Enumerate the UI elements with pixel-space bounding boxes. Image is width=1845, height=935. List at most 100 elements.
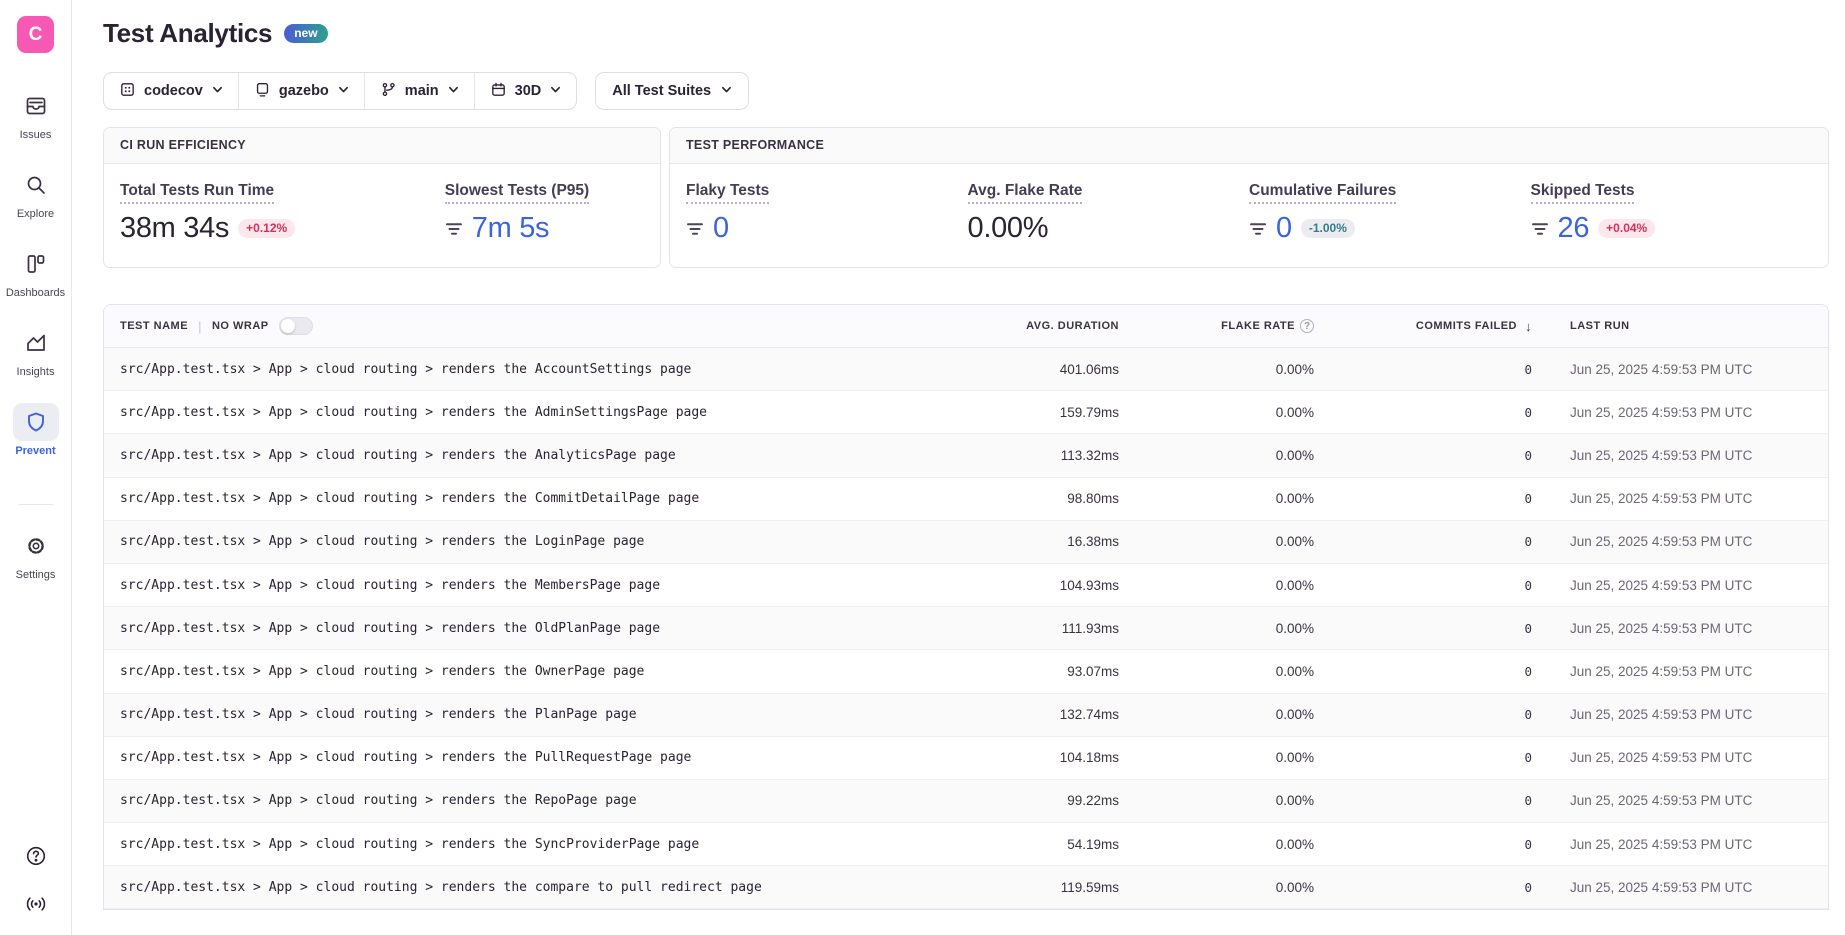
branch-icon [380, 81, 397, 102]
gear-icon [13, 527, 59, 565]
metric-value-row: 26+0.04% [1531, 212, 1813, 245]
commits-failed-cell: 0 [1314, 880, 1532, 895]
column-flake-rate: FLAKE RATE ? [1119, 319, 1314, 333]
last-run-cell: Jun 25, 2025 4:59:53 PM UTC [1532, 578, 1828, 593]
test-name-cell: src/App.test.tsx > App > cloud routing >… [104, 491, 919, 506]
table-row[interactable]: src/App.test.tsx > App > cloud routing >… [104, 694, 1828, 737]
metric: Cumulative Failures0-1.00% [1249, 182, 1531, 245]
sidebar-item-label: Explore [17, 208, 54, 220]
filter-funnel-icon [1531, 222, 1549, 236]
issues-icon [13, 87, 59, 125]
shield-icon [13, 403, 59, 441]
metric-value: 0.00% [968, 212, 1049, 245]
calendar-icon [490, 81, 507, 102]
last-run-cell: Jun 25, 2025 4:59:53 PM UTC [1532, 362, 1828, 377]
broadcast-icon[interactable] [23, 891, 49, 917]
test-name-cell: src/App.test.tsx > App > cloud routing >… [104, 578, 919, 593]
table-row[interactable]: src/App.test.tsx > App > cloud routing >… [104, 823, 1828, 866]
metric-label[interactable]: Skipped Tests [1531, 182, 1635, 204]
test-name-header[interactable]: TEST NAME [120, 320, 188, 332]
branch-filter[interactable]: main [364, 73, 474, 109]
table-row[interactable]: src/App.test.tsx > App > cloud routing >… [104, 866, 1828, 909]
toggle-knob [281, 319, 295, 333]
table-row[interactable]: src/App.test.tsx > App > cloud routing >… [104, 391, 1828, 434]
sidebar-item-explore[interactable]: Explore [0, 166, 71, 220]
last-run-cell: Jun 25, 2025 4:59:53 PM UTC [1532, 707, 1828, 722]
sidebar-item-issues[interactable]: Issues [0, 87, 71, 141]
table-row[interactable]: src/App.test.tsx > App > cloud routing >… [104, 348, 1828, 391]
last-run-cell: Jun 25, 2025 4:59:53 PM UTC [1532, 837, 1828, 852]
metric-value[interactable]: 0 [1276, 212, 1292, 245]
table-row[interactable]: src/App.test.tsx > App > cloud routing >… [104, 737, 1828, 780]
test-suites-filter[interactable]: All Test Suites [595, 72, 749, 110]
test-name-cell: src/App.test.tsx > App > cloud routing >… [104, 793, 919, 808]
metric-value[interactable]: 7m 5s [472, 212, 549, 245]
no-wrap-toggle[interactable] [279, 317, 313, 335]
table-row[interactable]: src/App.test.tsx > App > cloud routing >… [104, 521, 1828, 564]
help-button[interactable] [23, 843, 49, 869]
page-header: Test Analytics new [103, 18, 1829, 49]
table-row[interactable]: src/App.test.tsx > App > cloud routing >… [104, 478, 1828, 521]
commits-failed-cell: 0 [1314, 793, 1532, 808]
test-name-cell: src/App.test.tsx > App > cloud routing >… [104, 405, 919, 420]
test-name-cell: src/App.test.tsx > App > cloud routing >… [104, 880, 919, 895]
date-range-filter[interactable]: 30D [474, 73, 577, 109]
last-run-cell: Jun 25, 2025 4:59:53 PM UTC [1532, 448, 1828, 463]
commits-failed-cell: 0 [1314, 621, 1532, 636]
last-run-cell: Jun 25, 2025 4:59:53 PM UTC [1532, 750, 1828, 765]
sidebar-item-settings[interactable]: Settings [0, 527, 71, 581]
flake-rate-cell: 0.00% [1119, 707, 1314, 722]
avg-duration-header[interactable]: AVG. DURATION [1026, 320, 1119, 332]
flake-rate-header[interactable]: FLAKE RATE [1221, 320, 1295, 332]
repo-filter[interactable]: gazebo [238, 73, 364, 109]
flake-rate-cell: 0.00% [1119, 578, 1314, 593]
metric: Slowest Tests (P95) 7m 5s [445, 182, 644, 245]
metric-label[interactable]: Slowest Tests (P95) [445, 182, 589, 204]
chevron-down-icon [721, 83, 732, 99]
test-name-cell: src/App.test.tsx > App > cloud routing >… [104, 621, 919, 636]
repo-filter-value: gazebo [279, 83, 329, 99]
header-separator: | [198, 319, 202, 334]
filter-funnel-icon [686, 222, 704, 236]
flake-rate-cell: 0.00% [1119, 448, 1314, 463]
sidebar-item-label: Dashboards [6, 287, 65, 299]
metric-label[interactable]: Cumulative Failures [1249, 182, 1396, 204]
table-row[interactable]: src/App.test.tsx > App > cloud routing >… [104, 607, 1828, 650]
card-body: Flaky Tests 0 Avg. Flake Rate 0.00% Cumulati… [670, 164, 1828, 267]
test-name-cell: src/App.test.tsx > App > cloud routing >… [104, 837, 919, 852]
table-row[interactable]: src/App.test.tsx > App > cloud routing >… [104, 434, 1828, 477]
column-commits-failed: COMMITS FAILED↓ [1314, 319, 1532, 334]
table-row[interactable]: src/App.test.tsx > App > cloud routing >… [104, 780, 1828, 823]
commits-failed-cell: 0 [1314, 491, 1532, 506]
metric-label[interactable]: Avg. Flake Rate [968, 182, 1083, 204]
metric-label[interactable]: Total Tests Run Time [120, 182, 274, 204]
flake-rate-cell: 0.00% [1119, 405, 1314, 420]
metric: Avg. Flake Rate 0.00% [968, 182, 1250, 245]
table-row[interactable]: src/App.test.tsx > App > cloud routing >… [104, 564, 1828, 607]
sidebar-item-prevent[interactable]: Prevent [0, 403, 71, 457]
org-logo[interactable]: C [17, 16, 54, 53]
table-row[interactable]: src/App.test.tsx > App > cloud routing >… [104, 650, 1828, 693]
flake-rate-cell: 0.00% [1119, 491, 1314, 506]
last-run-header[interactable]: LAST RUN [1570, 320, 1630, 332]
flake-rate-cell: 0.00% [1119, 621, 1314, 636]
sidebar-item-dashboards[interactable]: Dashboards [0, 245, 71, 299]
chevron-down-icon [212, 83, 223, 99]
org-filter[interactable]: codecov [104, 73, 238, 109]
metric-value[interactable]: 26 [1558, 212, 1590, 245]
metric-label[interactable]: Flaky Tests [686, 182, 769, 204]
sidebar-item-label: Settings [16, 569, 56, 581]
avg-duration-cell: 113.32ms [919, 448, 1119, 463]
commits-failed-header[interactable]: COMMITS FAILED↓ [1416, 319, 1532, 334]
flake-rate-cell: 0.00% [1119, 664, 1314, 679]
metric-value: 38m 34s [120, 212, 229, 245]
flake-rate-help-icon[interactable]: ? [1300, 319, 1314, 333]
card-title: CI RUN EFFICIENCY [104, 128, 660, 164]
flake-rate-cell: 0.00% [1119, 750, 1314, 765]
sort-desc-icon: ↓ [1525, 319, 1532, 334]
chevron-down-icon [338, 83, 349, 99]
sidebar-item-insights[interactable]: Insights [0, 324, 71, 378]
table-header: TEST NAME | NO WRAP AVG. DURATION FLAKE … [104, 305, 1828, 348]
metric-value[interactable]: 0 [713, 212, 729, 245]
org-filter-value: codecov [144, 83, 203, 99]
